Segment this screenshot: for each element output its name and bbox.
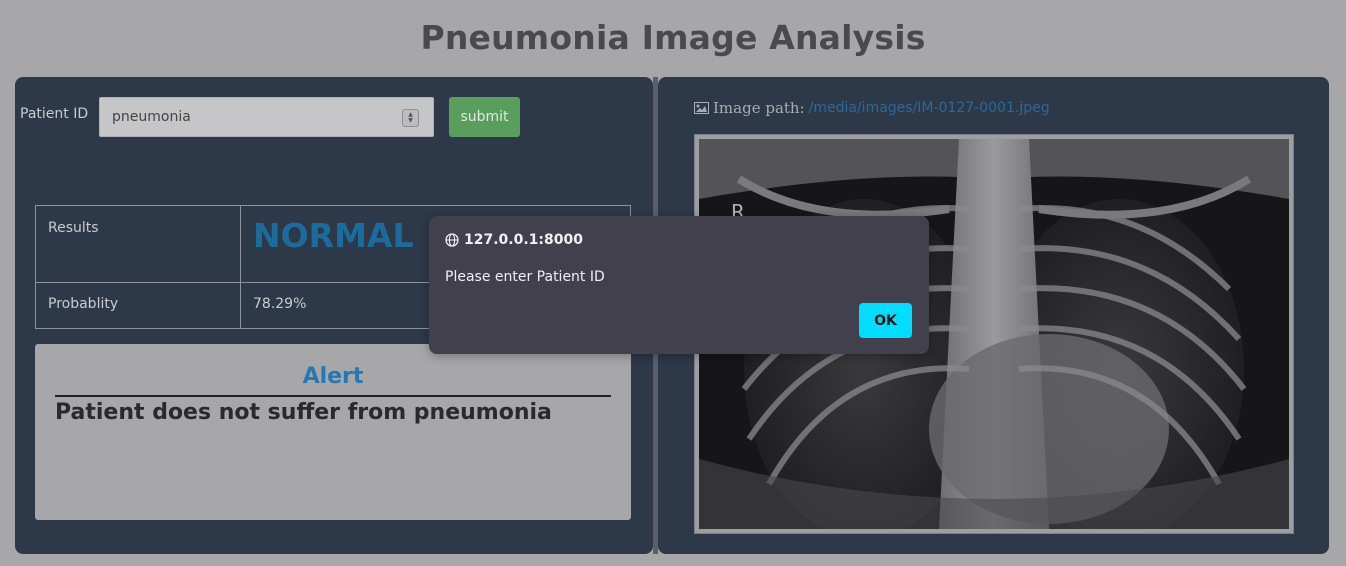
alert-divider — [55, 395, 611, 397]
alert-box: Alert Patient does not suffer from pneum… — [35, 344, 631, 520]
patient-id-value: pneumonia — [112, 109, 191, 125]
globe-icon — [445, 233, 459, 247]
patient-id-input[interactable]: pneumonia ▲ ▼ — [99, 97, 434, 137]
ok-button[interactable]: OK — [859, 303, 912, 338]
alert-message: Patient does not suffer from pneumonia — [55, 400, 552, 425]
submit-button[interactable]: submit — [449, 97, 520, 137]
image-path-link[interactable]: /media/images/IM-0127-0001.jpeg — [809, 100, 1050, 116]
patient-id-label: Patient ID — [20, 106, 89, 122]
dialog-message: Please enter Patient ID — [445, 269, 605, 285]
probability-label: Probablity — [35, 282, 241, 329]
page-title: Pneumonia Image Analysis — [420, 18, 926, 57]
results-label: Results — [35, 205, 241, 283]
dialog-origin-text: 127.0.0.1:8000 — [464, 232, 583, 248]
image-path-row: Image path: /media/images/IM-0127-0001.j… — [694, 99, 1050, 117]
dialog-origin: 127.0.0.1:8000 — [445, 232, 583, 248]
image-icon — [694, 102, 709, 114]
alert-title: Alert — [302, 364, 364, 389]
alert-dialog: 127.0.0.1:8000 Please enter Patient ID O… — [429, 216, 929, 354]
stepper-icon[interactable]: ▲ ▼ — [402, 109, 419, 127]
image-path-label: Image path: — [713, 99, 805, 117]
